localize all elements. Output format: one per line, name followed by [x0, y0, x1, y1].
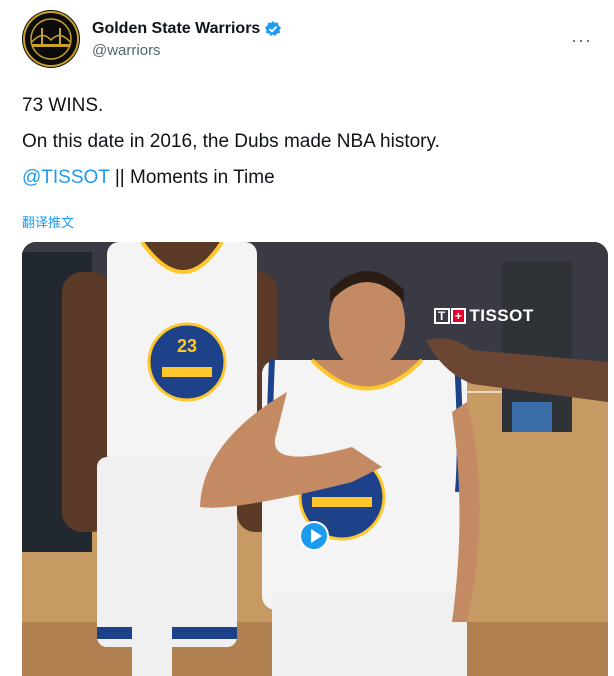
- tweet-video[interactable]: 23 T + TISSOT: [22, 242, 608, 676]
- tweet-text-line-2: On this date in 2016, the Dubs made NBA …: [22, 131, 440, 152]
- more-options-icon[interactable]: ···: [571, 30, 592, 51]
- tissot-logo-text: TISSOT: [469, 306, 534, 325]
- author-avatar[interactable]: [22, 10, 80, 68]
- author-display-name[interactable]: Golden State Warriors: [92, 20, 260, 38]
- warriors-bridge-logo: [23, 11, 79, 67]
- author-handle[interactable]: @warriors: [92, 42, 161, 59]
- tweet-text-rest: || Moments in Time: [109, 167, 275, 188]
- tweet-text-line-1: 73 WINS.: [22, 95, 104, 116]
- tweet-header: Golden State Warriors @warriors ···: [22, 10, 592, 70]
- mention-link[interactable]: @TISSOT: [22, 167, 110, 188]
- play-icon[interactable]: [299, 521, 329, 551]
- translate-tweet-link[interactable]: 翻译推文: [22, 212, 74, 231]
- verified-badge-icon: [264, 20, 282, 38]
- svg-text:23: 23: [177, 336, 197, 356]
- tissot-logo: T + TISSOT: [434, 306, 534, 326]
- tissot-cross-icon: T +: [434, 308, 467, 324]
- tweet-text-line-3: @TISSOT || Moments in Time: [22, 167, 275, 189]
